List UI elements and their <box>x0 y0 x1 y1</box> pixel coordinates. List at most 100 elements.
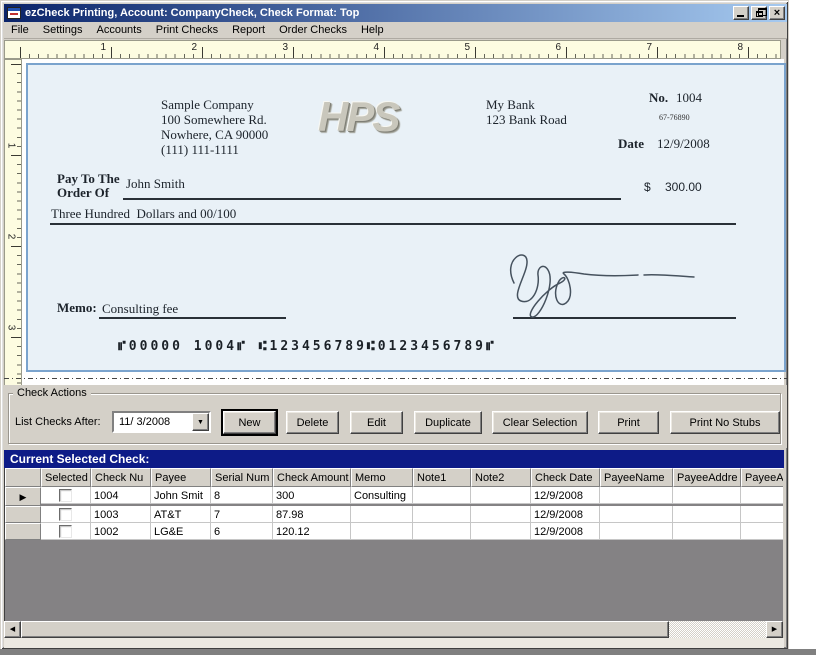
menu-order-checks[interactable]: Order Checks <box>272 23 354 37</box>
checks-grid: Selected Check Nu Payee Serial Num Check… <box>4 468 783 621</box>
cell-note2[interactable] <box>471 523 531 540</box>
cell-note1[interactable] <box>413 487 471 504</box>
cell-amount[interactable]: 87.98 <box>273 506 351 523</box>
cell-payee-ac[interactable] <box>741 523 783 540</box>
app-icon <box>7 7 21 19</box>
col-check-date[interactable]: Check Date <box>531 468 600 487</box>
vertical-ruler: 1 2 3 <box>4 59 22 386</box>
cell-payee-addr[interactable] <box>673 487 741 504</box>
cell-serial[interactable]: 7 <box>211 506 273 523</box>
cell-serial[interactable]: 8 <box>211 487 273 504</box>
col-payee-name[interactable]: PayeeName <box>600 468 673 487</box>
col-check-amount[interactable]: Check Amount <box>273 468 351 487</box>
cell-amount[interactable]: 120.12 <box>273 523 351 540</box>
bank-block: My Bank 123 Bank Road <box>486 97 567 127</box>
app-window: ezCheck Printing, Account: CompanyCheck,… <box>0 0 789 650</box>
scroll-right-icon[interactable]: ▶ <box>766 621 783 638</box>
cell-check-date[interactable]: 12/9/2008 <box>531 523 600 540</box>
cell-note2[interactable] <box>471 506 531 523</box>
row-selector[interactable] <box>5 506 41 523</box>
selected-cell[interactable] <box>41 487 91 504</box>
menu-print-checks[interactable]: Print Checks <box>149 23 225 37</box>
col-check-number[interactable]: Check Nu <box>91 468 151 487</box>
menu-settings[interactable]: Settings <box>36 23 90 37</box>
clear-selection-button[interactable]: Clear Selection <box>492 411 588 434</box>
delete-button[interactable]: Delete <box>286 411 339 434</box>
menu-file[interactable]: File <box>4 23 36 37</box>
cell-check-date[interactable]: 12/9/2008 <box>531 487 600 504</box>
cell-payee-ac[interactable] <box>741 487 783 504</box>
company-address1: 100 Somewhere Rd. <box>161 112 267 127</box>
company-logo: HPS <box>318 93 400 140</box>
print-no-stubs-button[interactable]: Print No Stubs <box>670 411 780 434</box>
ruler-number: 1 <box>100 42 106 53</box>
col-note1[interactable]: Note1 <box>413 468 471 487</box>
cell-note2[interactable] <box>471 487 531 504</box>
scroll-left-icon[interactable]: ◀ <box>4 621 21 638</box>
horizontal-scrollbar[interactable]: ◀ ▶ <box>4 621 783 638</box>
table-row[interactable]: 1003 AT&T 7 87.98 12/9/2008 <box>5 506 783 523</box>
cell-payee-ac[interactable] <box>741 506 783 523</box>
cell-check-number[interactable]: 1002 <box>91 523 151 540</box>
checkbox[interactable] <box>59 489 72 502</box>
menu-report[interactable]: Report <box>225 23 272 37</box>
check-preview[interactable]: Sample Company 100 Somewhere Rd. Nowhere… <box>26 63 786 372</box>
table-row[interactable]: 1002 LG&E 6 120.12 12/9/2008 <box>5 523 783 540</box>
cell-check-number[interactable]: 1004 <box>91 487 151 504</box>
col-payee[interactable]: Payee <box>151 468 211 487</box>
cell-payee[interactable]: AT&T <box>151 506 211 523</box>
cell-payee-name[interactable] <box>600 523 673 540</box>
close-icon: × <box>773 7 781 19</box>
edit-button[interactable]: Edit <box>350 411 403 434</box>
list-after-date-combobox[interactable]: 11/ 3/2008 ▼ <box>112 411 211 433</box>
cell-payee[interactable]: LG&E <box>151 523 211 540</box>
table-row[interactable]: ▶ 1004 John Smit 8 300 Consulting 12/9/2… <box>5 487 783 506</box>
print-button[interactable]: Print <box>598 411 659 434</box>
col-memo[interactable]: Memo <box>351 468 413 487</box>
checkbox[interactable] <box>59 508 72 521</box>
scrollbar-track[interactable] <box>669 621 766 638</box>
cell-payee-name[interactable] <box>600 487 673 504</box>
memo-line <box>99 317 286 319</box>
minimize-button[interactable] <box>733 6 749 20</box>
ruler-number: 4 <box>373 42 379 53</box>
selected-cell[interactable] <box>41 506 91 523</box>
signature-scribble <box>509 254 695 318</box>
col-selected[interactable]: Selected <box>41 468 91 487</box>
cell-check-number[interactable]: 1003 <box>91 506 151 523</box>
row-selector[interactable]: ▶ <box>5 487 41 506</box>
menu-help[interactable]: Help <box>354 23 391 37</box>
company-phone: (111) 111-1111 <box>161 142 239 157</box>
cell-check-date[interactable]: 12/9/2008 <box>531 506 600 523</box>
cell-memo[interactable] <box>351 506 413 523</box>
menu-accounts[interactable]: Accounts <box>89 23 148 37</box>
close-button[interactable]: × <box>769 6 785 20</box>
chevron-down-icon[interactable]: ▼ <box>192 413 209 431</box>
restore-button[interactable] <box>751 6 767 20</box>
col-serial-num[interactable]: Serial Num <box>211 468 273 487</box>
cell-note1[interactable] <box>413 506 471 523</box>
cell-memo[interactable] <box>351 523 413 540</box>
row-selector-header <box>5 468 41 487</box>
cell-serial[interactable]: 6 <box>211 523 273 540</box>
checkbox[interactable] <box>59 525 72 538</box>
col-payee-ac[interactable]: PayeeAc <box>741 468 783 487</box>
cell-payee[interactable]: John Smit <box>151 487 211 504</box>
col-payee-addr[interactable]: PayeeAddre <box>673 468 741 487</box>
col-note2[interactable]: Note2 <box>471 468 531 487</box>
duplicate-button[interactable]: Duplicate <box>414 411 482 434</box>
row-selector[interactable] <box>5 523 41 540</box>
cell-payee-addr[interactable] <box>673 523 741 540</box>
ruler-number: 2 <box>191 42 197 53</box>
selected-cell[interactable] <box>41 523 91 540</box>
cell-payee-addr[interactable] <box>673 506 741 523</box>
bank-address: 123 Bank Road <box>486 112 567 127</box>
new-button[interactable]: New <box>221 409 278 436</box>
cell-memo[interactable]: Consulting <box>351 487 413 504</box>
cell-amount[interactable]: 300 <box>273 487 351 504</box>
scrollbar-thumb[interactable] <box>21 621 669 638</box>
cell-note1[interactable] <box>413 523 471 540</box>
current-selected-check-header: Current Selected Check: <box>4 450 784 468</box>
bank-name: My Bank <box>486 97 535 112</box>
cell-payee-name[interactable] <box>600 506 673 523</box>
